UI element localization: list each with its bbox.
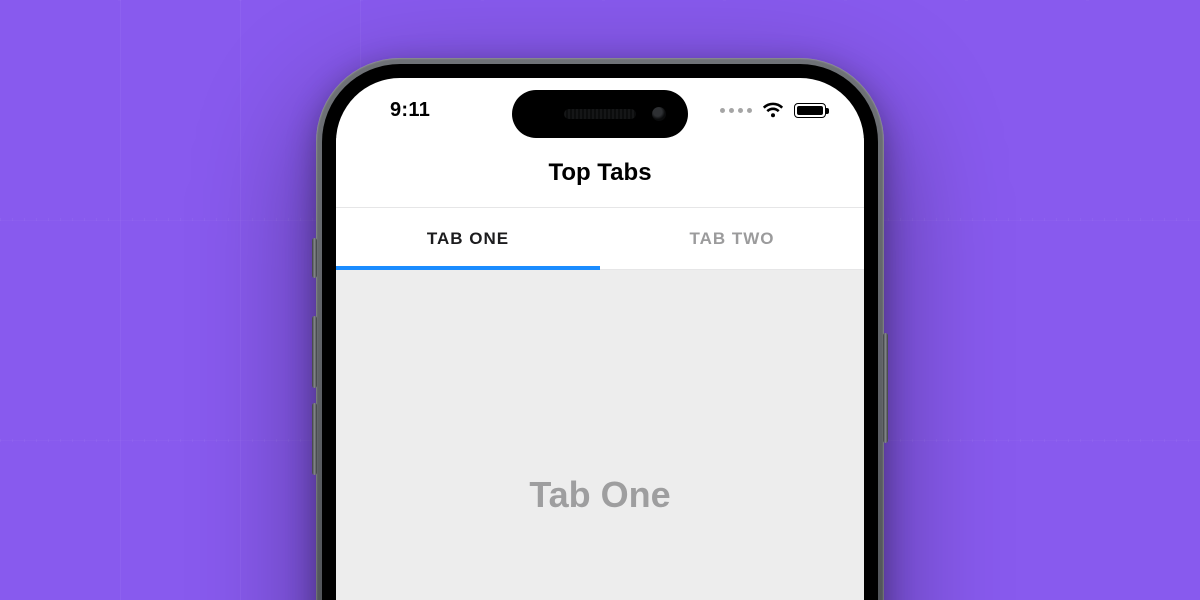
content-title: Tab One bbox=[529, 474, 670, 516]
tab-two-label: TAB TWO bbox=[689, 229, 774, 249]
status-bar: 9:11 bbox=[336, 78, 864, 138]
wifi-icon bbox=[762, 102, 784, 118]
tab-one[interactable]: TAB ONE bbox=[336, 208, 600, 269]
phone-frame: 9:11 bbox=[316, 58, 884, 600]
status-time: 9:11 bbox=[390, 99, 430, 122]
canvas-background: 9:11 bbox=[0, 0, 1200, 600]
phone-screen: 9:11 bbox=[336, 78, 864, 600]
cellular-dots-icon bbox=[720, 108, 752, 113]
power-button bbox=[883, 333, 888, 443]
tab-one-label: TAB ONE bbox=[427, 229, 509, 249]
phone-bezel: 9:11 bbox=[322, 64, 878, 600]
volume-down-button bbox=[312, 403, 317, 475]
battery-icon bbox=[794, 103, 826, 118]
tab-bar: TAB ONE TAB TWO bbox=[336, 208, 864, 270]
silence-switch bbox=[312, 238, 317, 278]
status-indicators bbox=[720, 102, 826, 118]
app-header: Top Tabs bbox=[336, 138, 864, 208]
volume-up-button bbox=[312, 316, 317, 388]
page-title: Top Tabs bbox=[548, 159, 651, 187]
tab-two[interactable]: TAB TWO bbox=[600, 208, 864, 269]
tab-content: Tab One bbox=[336, 270, 864, 600]
